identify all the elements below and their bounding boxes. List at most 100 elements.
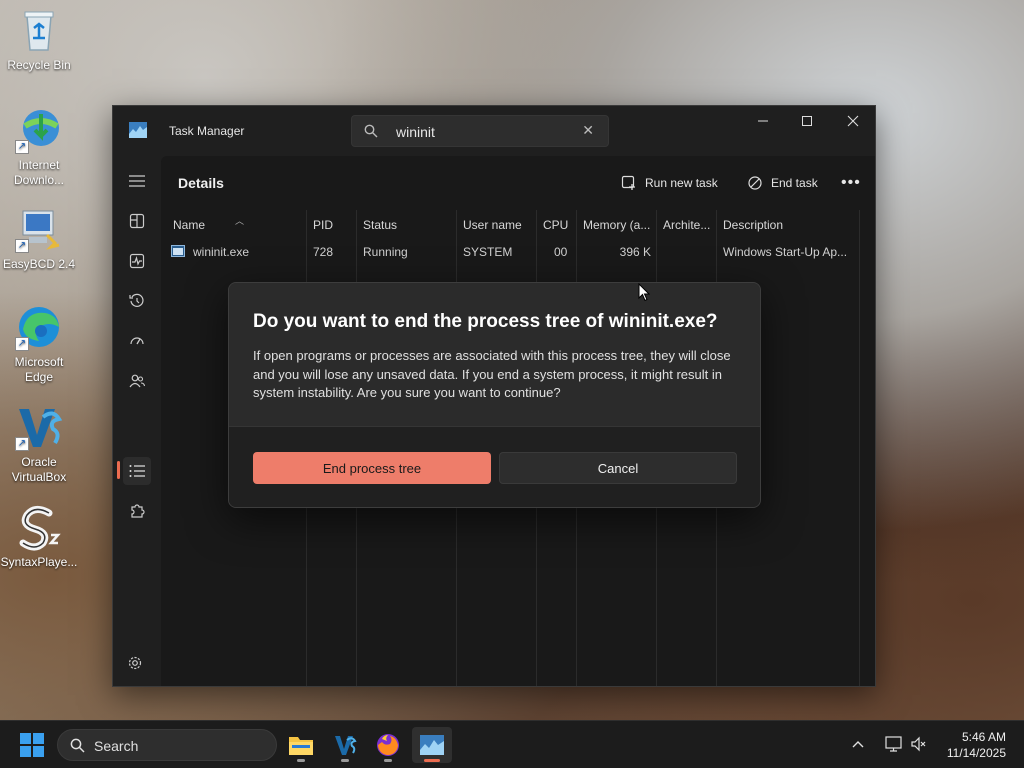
taskbar-search-label: Search <box>94 738 139 754</box>
search-box[interactable]: ✕ <box>351 115 609 147</box>
speedometer-icon <box>130 337 144 345</box>
taskbar-search[interactable]: Search <box>57 729 277 761</box>
users-icon <box>129 374 145 388</box>
active-app-indicator <box>424 759 440 762</box>
shortcut-arrow-icon: ↗ <box>15 437 29 451</box>
search-input[interactable] <box>396 122 576 142</box>
desktop-icon-syntaxplayer[interactable]: SyntaxPlaye... <box>0 503 78 570</box>
process-architecture <box>661 240 711 264</box>
shortcut-arrow-icon: ↗ <box>15 239 29 253</box>
minimize-icon <box>758 120 768 122</box>
run-new-task-button[interactable]: Run new task <box>621 170 718 196</box>
services-puzzle-icon <box>131 504 145 518</box>
desktop-icon-label: Microsoft Edge <box>14 355 64 384</box>
page-title: Details <box>178 175 224 191</box>
desktop-icon-label: EasyBCD 2.4 <box>2 257 76 271</box>
history-icon <box>129 293 144 307</box>
virtualbox-icon <box>335 736 357 755</box>
taskbar: Search 5:46 AM 11/14/2025 <box>0 720 1024 768</box>
end-task-button[interactable]: End task <box>747 170 818 196</box>
clock-date: 11/14/2025 <box>946 746 1006 760</box>
desktop-icon-easybcd[interactable]: ↗ EasyBCD 2.4 <box>0 205 78 272</box>
column-header-architecture[interactable]: Archite... <box>657 210 715 240</box>
syntaxplayer-icon <box>15 503 63 551</box>
process-user: SYSTEM <box>463 245 513 259</box>
chevron-up-icon <box>852 741 864 748</box>
more-options-button[interactable]: ••• <box>841 170 861 196</box>
nav-app-history[interactable] <box>123 287 151 315</box>
nav-startup-apps[interactable] <box>123 327 151 355</box>
close-button[interactable] <box>831 106 875 136</box>
dialog-body: Do you want to end the process tree of w… <box>229 283 760 426</box>
column-header-status[interactable]: Status <box>357 210 455 240</box>
end-task-icon <box>748 176 762 190</box>
end-process-tree-button[interactable]: End process tree <box>253 452 491 484</box>
nav-users[interactable] <box>123 367 151 395</box>
column-header-user-name[interactable]: User name <box>457 210 535 240</box>
nav-processes[interactable] <box>123 207 151 235</box>
cancel-button[interactable]: Cancel <box>499 452 737 484</box>
show-hidden-icons-button[interactable] <box>852 735 864 751</box>
settings-button[interactable] <box>127 655 143 676</box>
column-header-memory[interactable]: Memory (a... <box>577 210 655 240</box>
running-indicator <box>341 759 349 762</box>
title-bar[interactable]: Task Manager ✕ <box>113 106 875 156</box>
performance-icon <box>129 253 145 269</box>
clear-search-icon[interactable]: ✕ <box>582 122 594 139</box>
desktop-icon-internet-download-manager[interactable]: ↗ Internet Downlo... <box>0 106 78 188</box>
process-cpu: 00 <box>554 245 568 259</box>
mouse-cursor-icon <box>638 283 650 302</box>
taskbar-virtualbox[interactable] <box>325 727 365 763</box>
column-header-cpu[interactable]: CPU <box>537 210 575 240</box>
task-manager-app-icon <box>129 122 147 138</box>
active-nav-indicator <box>117 461 120 479</box>
network-icon[interactable] <box>885 735 903 753</box>
virtualbox-icon: ↗ <box>15 403 63 451</box>
running-indicator <box>384 759 392 762</box>
process-memory: 396 K <box>619 245 651 259</box>
nav-performance[interactable] <box>123 247 151 275</box>
desktop-icon-oracle-virtualbox[interactable]: ↗ Oracle VirtualBox <box>0 403 78 485</box>
column-header-pid[interactable]: PID <box>307 210 355 240</box>
column-header-label: Name <box>173 218 206 232</box>
running-indicator <box>297 759 305 762</box>
process-name: wininit.exe <box>193 245 250 259</box>
hamburger-menu-button[interactable] <box>123 167 151 195</box>
minimize-button[interactable] <box>741 106 785 136</box>
windows-start-icon[interactable] <box>20 733 44 757</box>
process-status: Running <box>363 245 408 259</box>
taskbar-firefox[interactable] <box>368 727 408 763</box>
process-pid: 728 <box>313 245 334 259</box>
column-header-description[interactable]: Description <box>717 210 857 240</box>
run-new-task-label: Run new task <box>645 176 718 190</box>
search-icon <box>364 124 378 138</box>
nav-services[interactable] <box>123 497 151 525</box>
navigation-sidebar <box>113 156 161 686</box>
process-icon <box>171 245 185 257</box>
process-description: Windows Start-Up Ap... <box>723 245 848 259</box>
maximize-button[interactable] <box>785 106 829 136</box>
window-title: Task Manager <box>169 124 245 138</box>
system-clock[interactable]: 5:46 AM 11/14/2025 <box>947 729 1006 761</box>
column-header-name[interactable]: Name ︿ <box>167 210 305 240</box>
dialog-message: If open programs or processes are associ… <box>253 348 731 400</box>
end-process-tree-dialog: Do you want to end the process tree of w… <box>228 282 761 508</box>
volume-muted-icon[interactable] <box>910 735 928 753</box>
easybcd-icon: ↗ <box>15 205 63 253</box>
desktop-icon-label: Oracle VirtualBox <box>11 455 67 484</box>
clock-time: 5:46 AM <box>961 730 1006 744</box>
gear-icon <box>128 656 142 670</box>
details-list-icon <box>129 465 145 477</box>
task-manager-icon <box>420 735 444 755</box>
desktop-icon-microsoft-edge[interactable]: ↗ Microsoft Edge <box>0 303 78 385</box>
desktop-icon-recycle-bin[interactable]: Recycle Bin <box>0 6 78 73</box>
desktop-icon-label: Recycle Bin <box>7 58 71 72</box>
nav-details[interactable] <box>123 457 151 485</box>
taskbar-task-manager[interactable] <box>412 727 452 763</box>
edge-icon: ↗ <box>15 303 63 351</box>
hamburger-icon <box>129 175 145 187</box>
search-icon <box>70 738 85 753</box>
taskbar-file-explorer[interactable] <box>281 727 321 763</box>
shortcut-arrow-icon: ↗ <box>15 140 29 154</box>
maximize-icon <box>802 116 812 126</box>
